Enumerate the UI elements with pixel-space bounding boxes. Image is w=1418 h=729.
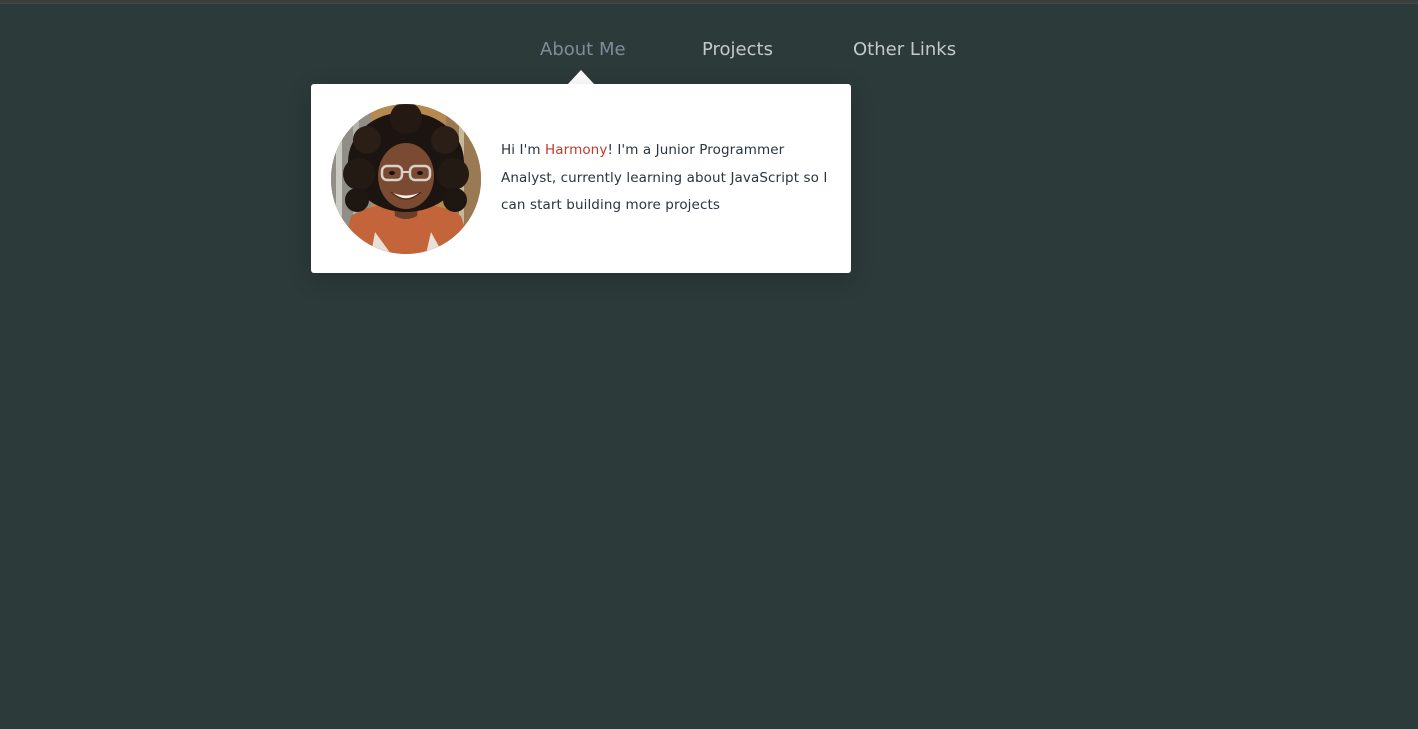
about-me-popup: Hi I'm Harmony! I'm a Junior Programmer … [311, 84, 851, 273]
main-nav: About Me Projects Other Links [0, 36, 1418, 66]
bio-prefix: Hi I'm [501, 142, 546, 158]
nav-item-projects[interactable]: Projects [702, 36, 773, 64]
nav-item-about-me[interactable]: About Me [540, 36, 626, 64]
profile-photo-icon [331, 104, 481, 254]
popup-arrow [567, 70, 595, 85]
nav-item-other-links[interactable]: Other Links [853, 36, 956, 64]
top-border [0, 0, 1418, 4]
bio-name: Harmony [545, 142, 608, 158]
bio-text: Hi I'm Harmony! I'm a Junior Programmer … [501, 137, 837, 220]
avatar [331, 104, 481, 254]
